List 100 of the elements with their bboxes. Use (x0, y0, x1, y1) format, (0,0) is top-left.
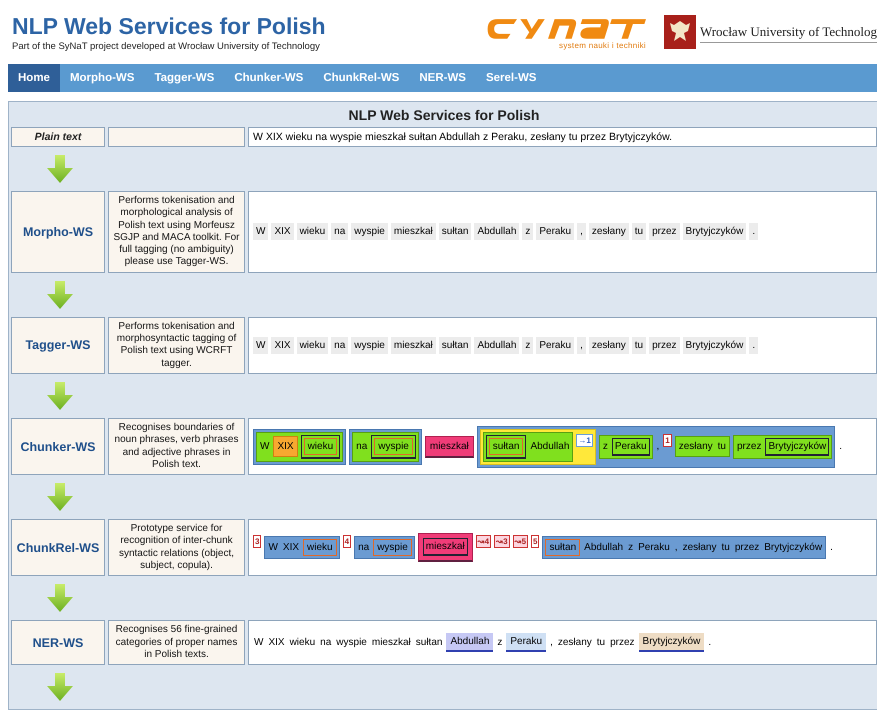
token: na (331, 336, 348, 354)
word: na (319, 636, 332, 650)
word: z (602, 440, 609, 454)
nav-tab[interactable]: Tagger-WS (144, 64, 224, 92)
word: sułtan (414, 636, 444, 650)
relation-tag: ↝3 (494, 535, 510, 548)
syntactic-head: wyspie (374, 438, 413, 455)
nav-tab[interactable]: ChunkRel-WS (313, 64, 410, 92)
service-name: Morpho-WS (11, 191, 105, 273)
service-description: Performs tokenisation and morphosyntactic tagging of Polish text using WCRFT tagger. (108, 316, 245, 374)
token: zesłany (588, 223, 629, 240)
syntactic-head: sułtan (545, 539, 580, 556)
token: Brytyjczyków (682, 223, 746, 240)
punctuation: . (829, 541, 834, 556)
word: z (496, 636, 504, 650)
word: wieku (288, 636, 316, 650)
service-description: Performs tokenisation and morphological analysis of Polish text using Morfeusz SGJP and MACA toolkit. For full tagging (no ambiguity) please use Tagger-WS. (108, 191, 245, 273)
down-arrow-icon (47, 280, 73, 309)
word: na (355, 440, 368, 454)
token: sułtan (438, 223, 472, 240)
relation-tag: ↝4 (476, 535, 492, 548)
word: zesłany (682, 541, 718, 556)
word: , (674, 541, 679, 556)
down-arrow-icon (47, 483, 73, 512)
verb-phrase-chunk: mieszkał (424, 436, 474, 458)
head-word: Brytyjczyków (765, 438, 830, 456)
token: z (522, 223, 534, 240)
syntactic-head: sułtan (488, 438, 524, 455)
named-entity: Peraku (506, 633, 546, 652)
nav-tab[interactable]: Serel-WS (476, 64, 546, 92)
token: tu (632, 336, 646, 354)
token: , (577, 336, 586, 354)
service-name: Tagger-WS (11, 316, 105, 374)
word: XIX (282, 541, 300, 556)
syntactic-head: wieku (304, 438, 338, 455)
token: W (253, 223, 268, 240)
service-name: Chunker-WS (11, 418, 105, 476)
nav-tab[interactable]: Morpho-WS (60, 64, 144, 92)
syntactic-head: wyspie (373, 539, 412, 556)
word: przez (736, 440, 762, 454)
service-name: ChunkRel-WS (11, 519, 105, 576)
token: Abdullah (474, 336, 520, 354)
token: tu (632, 223, 646, 240)
token: , (577, 223, 586, 240)
word: tu (596, 636, 606, 650)
punctuation: . (838, 440, 844, 454)
token: wyspie (351, 336, 388, 354)
nav-tab[interactable]: Home (8, 64, 60, 92)
token: Peraku (536, 336, 574, 354)
punctuation: , (549, 636, 554, 650)
token: wieku (296, 336, 328, 354)
token: XIX (271, 336, 294, 354)
chunk-index: 3 (253, 535, 262, 548)
chunk-index: 1 (663, 434, 672, 448)
word: W (267, 541, 279, 556)
punctuation: , (656, 440, 660, 454)
nav-tab[interactable]: Chunker-WS (224, 64, 314, 92)
adjective-phrase-chunk: XIX (273, 436, 298, 458)
word: zesłany (678, 440, 714, 454)
nav-tab[interactable]: NER-WS (409, 64, 476, 92)
named-entity: Abdullah (446, 633, 494, 652)
word: XIX (267, 636, 286, 650)
token: przez (649, 336, 680, 354)
word: W (259, 440, 270, 454)
down-arrow-icon (47, 382, 73, 410)
head-word: mieszkał (422, 538, 468, 556)
relation-tag: ↝5 (512, 535, 528, 548)
table-title: NLP Web Services for Polish (348, 106, 540, 125)
token: W (253, 336, 268, 354)
token: wyspie (351, 223, 388, 240)
service-name: NER-WS (11, 620, 105, 666)
token: XIX (271, 223, 294, 240)
token: Brytyjczyków (682, 336, 746, 354)
crest-icon (664, 15, 696, 49)
token: z (522, 336, 534, 354)
service-description: Recognises boundaries of noun phrases, verb phrases and adjective phrases in Polish text. (108, 418, 245, 476)
token: na (331, 223, 348, 240)
word: z (627, 541, 634, 556)
word: na (357, 541, 370, 556)
token: Abdullah (474, 223, 520, 240)
down-arrow-icon (47, 673, 73, 702)
word: Abdullah (583, 541, 624, 556)
chunk-index: 5 (531, 535, 540, 548)
word: Abdullah (529, 440, 570, 454)
token: mieszkał (390, 223, 436, 240)
token: zesłany (588, 336, 629, 354)
word: przez (609, 636, 636, 650)
university-name: Wrocław University of Technolog (700, 22, 877, 42)
input-text: W XIX wieku na wyspie mieszkał sułtan Abdullah z Peraku, zesłany tu przez Brytyjczyków. (248, 127, 877, 147)
word: tu (716, 440, 727, 454)
word: Brytyjczyków (763, 541, 824, 556)
token: . (749, 223, 758, 240)
head-word: Peraku (612, 438, 650, 456)
down-arrow-icon (47, 584, 73, 612)
word: wyspie (335, 636, 368, 650)
site-subtitle: Part of the SyNaT project developed at Wrocław University of Technology (12, 40, 321, 52)
token: mieszkał (390, 336, 436, 354)
token: przez (649, 223, 680, 240)
service-description: Recognises 56 fine-grained categories of proper names in Polish texts. (108, 620, 245, 666)
logo-tagline: system nauki i techniki (559, 41, 646, 50)
